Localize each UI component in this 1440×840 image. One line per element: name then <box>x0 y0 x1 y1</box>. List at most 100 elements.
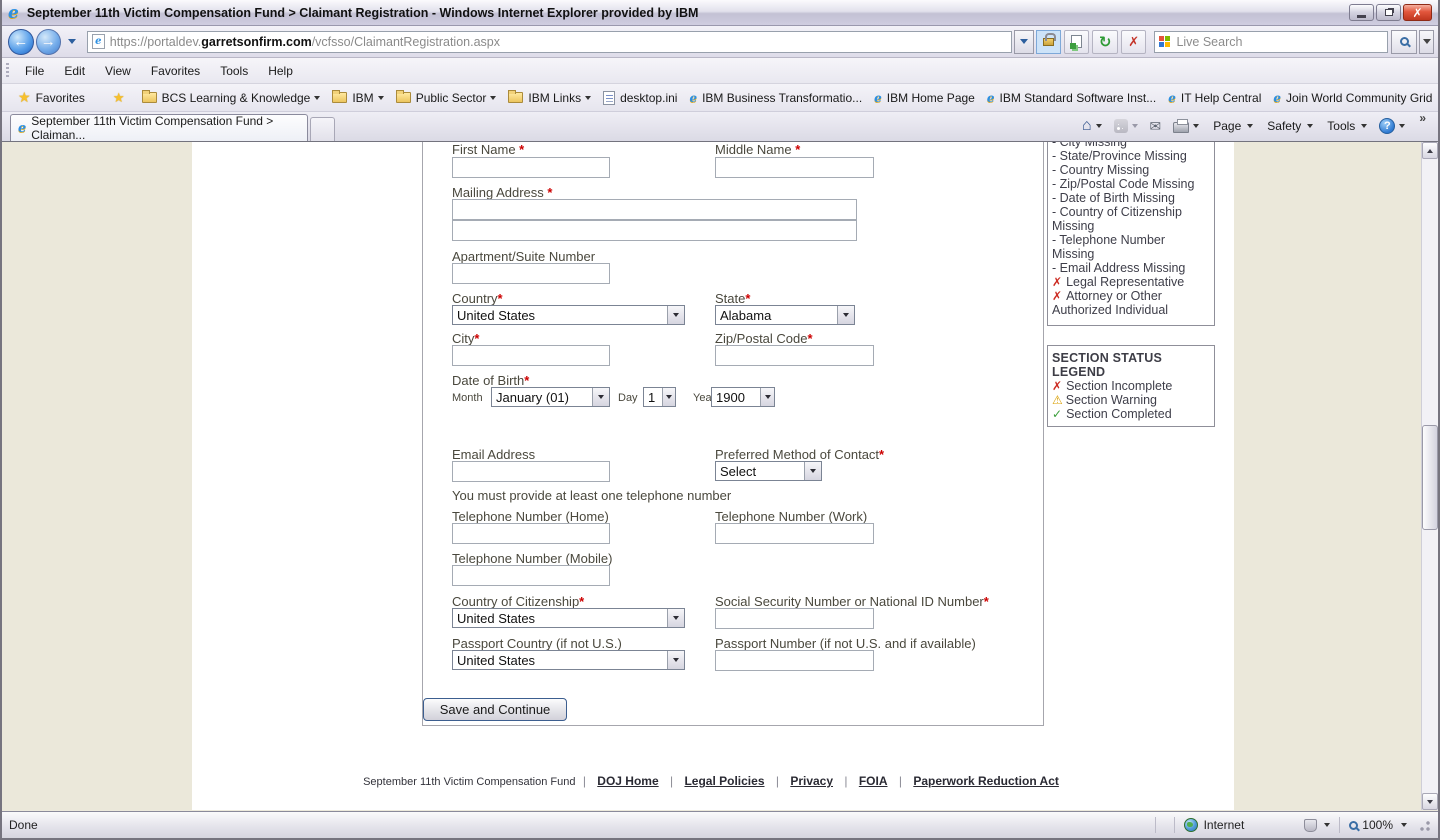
zone-label: Internet <box>1204 818 1245 832</box>
footer-link-privacy[interactable]: Privacy <box>790 774 833 788</box>
menu-view[interactable]: View <box>95 60 141 82</box>
live-search-icon <box>1159 36 1170 47</box>
dropdown-arrow-icon[interactable] <box>592 388 609 406</box>
search-input[interactable] <box>1176 35 1376 49</box>
restore-button[interactable] <box>1376 4 1401 21</box>
first-name-input[interactable] <box>452 157 610 178</box>
scrollbar-thumb[interactable] <box>1422 425 1438 530</box>
safety-menu-button[interactable]: Safety <box>1259 113 1319 139</box>
dob-year-select[interactable]: 1900 <box>711 387 775 407</box>
tools-menu-button[interactable]: Tools <box>1319 113 1373 139</box>
state-select[interactable]: Alabama <box>715 305 855 325</box>
email-label: Email Address <box>452 447 535 462</box>
read-mail-button[interactable]: ✉ <box>1144 113 1168 139</box>
compatibility-view-button[interactable] <box>1064 30 1090 54</box>
footer-link-legal-policies[interactable]: Legal Policies <box>684 774 764 788</box>
minimize-button[interactable] <box>1349 4 1374 21</box>
address-dropdown-button[interactable] <box>1014 30 1035 54</box>
page-menu-button[interactable]: Page <box>1205 113 1259 139</box>
phone-note: You must provide at least one telephone … <box>452 488 731 503</box>
save-and-continue-button[interactable]: Save and Continue <box>423 698 567 721</box>
menu-edit[interactable]: Edit <box>54 60 95 82</box>
mailing-address-input-1[interactable] <box>452 199 857 220</box>
recent-pages-dropdown[interactable] <box>65 33 79 51</box>
middle-name-label: Middle Name * <box>715 142 800 157</box>
favorites-link-ibm-home[interactable]: eIBM Home Page <box>868 88 981 108</box>
dropdown-arrow-icon[interactable] <box>667 609 684 627</box>
zoom-magnifier-icon[interactable] <box>1349 821 1358 830</box>
favorites-folder-public-sector[interactable]: Public Sector <box>390 88 503 108</box>
home-button[interactable]: ⌂ <box>1076 113 1108 139</box>
close-button[interactable]: ✗ <box>1403 4 1432 21</box>
favorites-link-ibm-business[interactable]: eIBM Business Transformatio... <box>683 88 868 108</box>
dropdown-arrow-icon[interactable] <box>667 651 684 669</box>
stop-button[interactable]: ✗ <box>1121 30 1147 54</box>
footer-link-doj-home[interactable]: DOJ Home <box>597 774 658 788</box>
favorites-folder-ibm[interactable]: IBM <box>326 88 389 108</box>
dropdown-arrow-icon[interactable] <box>804 462 821 480</box>
menu-help[interactable]: Help <box>258 60 303 82</box>
passport-country-select[interactable]: United States <box>452 650 685 670</box>
menu-favorites[interactable]: Favorites <box>141 60 210 82</box>
vertical-scrollbar[interactable] <box>1421 142 1438 810</box>
city-input[interactable] <box>452 345 610 366</box>
footer-link-paperwork[interactable]: Paperwork Reduction Act <box>913 774 1059 788</box>
missing-item: - Date of Birth Missing <box>1052 191 1210 205</box>
star-icon: ★ <box>18 89 31 106</box>
scroll-up-button[interactable] <box>1422 142 1438 159</box>
zoom-level[interactable]: 100% <box>1362 818 1393 832</box>
contact-method-select[interactable]: Select <box>715 461 822 481</box>
favorites-link-ibm-software[interactable]: eIBM Standard Software Inst... <box>981 88 1162 108</box>
favorites-button[interactable]: ★ Favorites <box>12 86 91 109</box>
protected-mode-dropdown[interactable] <box>1324 823 1330 827</box>
protected-mode-icon[interactable] <box>1304 819 1317 832</box>
url-field[interactable]: e https://portaldev.garretsonfirm.com/vc… <box>87 31 1012 53</box>
dob-day-select[interactable]: 1 <box>643 387 676 407</box>
phone-mobile-input[interactable] <box>452 565 610 586</box>
dropdown-arrow-icon[interactable] <box>760 388 774 406</box>
dob-month-select[interactable]: January (01) <box>491 387 610 407</box>
forward-button[interactable]: → <box>36 29 62 55</box>
apartment-input[interactable] <box>452 263 610 284</box>
favorites-link-world-grid[interactable]: eJoin World Community Grid <box>1267 88 1438 108</box>
mailing-address-input-2[interactable] <box>452 220 857 241</box>
add-favorite-button[interactable]: ★ <box>107 87 136 109</box>
security-lock-icon[interactable] <box>1036 30 1061 54</box>
menu-tools[interactable]: Tools <box>210 60 258 82</box>
dropdown-arrow-icon[interactable] <box>662 388 675 406</box>
favorites-folder-ibm-links[interactable]: IBM Links <box>502 88 597 108</box>
passport-number-input[interactable] <box>715 650 874 671</box>
dob-label: Date of Birth* <box>452 373 529 388</box>
search-button[interactable] <box>1391 30 1417 54</box>
back-button[interactable]: ← <box>8 29 34 55</box>
commandbar-overflow-chevron[interactable]: » <box>1411 111 1434 125</box>
email-input[interactable] <box>452 461 610 482</box>
footer-link-foia[interactable]: FOIA <box>859 774 888 788</box>
scroll-down-button[interactable] <box>1422 793 1438 810</box>
missing-item: - Country Missing <box>1052 163 1210 177</box>
zoom-dropdown[interactable] <box>1401 823 1407 827</box>
new-tab-button[interactable] <box>310 117 335 141</box>
feeds-button[interactable] <box>1108 113 1144 139</box>
favorites-folder-bcs[interactable]: BCS Learning & Knowledge <box>136 88 327 108</box>
refresh-button[interactable]: ↻ <box>1092 30 1118 54</box>
dropdown-arrow-icon[interactable] <box>837 306 854 324</box>
zip-input[interactable] <box>715 345 874 366</box>
phone-home-input[interactable] <box>452 523 610 544</box>
search-options-dropdown[interactable] <box>1419 30 1434 54</box>
help-button[interactable]: ? <box>1373 113 1411 139</box>
ssn-input[interactable] <box>715 608 874 629</box>
tab-claimant-registration[interactable]: e September 11th Victim Compensation Fun… <box>10 114 308 141</box>
page-content: First Name * Middle Name * Mailing Addre… <box>2 142 1438 810</box>
resize-grip[interactable] <box>1417 818 1431 832</box>
print-button[interactable] <box>1167 113 1205 139</box>
dropdown-arrow-icon[interactable] <box>667 306 684 324</box>
phone-work-input[interactable] <box>715 523 874 544</box>
live-search-box[interactable] <box>1154 31 1387 53</box>
menu-file[interactable]: File <box>15 60 54 82</box>
favorites-link-desktop-ini[interactable]: desktop.ini <box>597 88 683 108</box>
citizenship-select[interactable]: United States <box>452 608 685 628</box>
middle-name-input[interactable] <box>715 157 874 178</box>
favorites-link-it-help[interactable]: eIT Help Central <box>1162 88 1267 108</box>
country-select[interactable]: United States <box>452 305 685 325</box>
